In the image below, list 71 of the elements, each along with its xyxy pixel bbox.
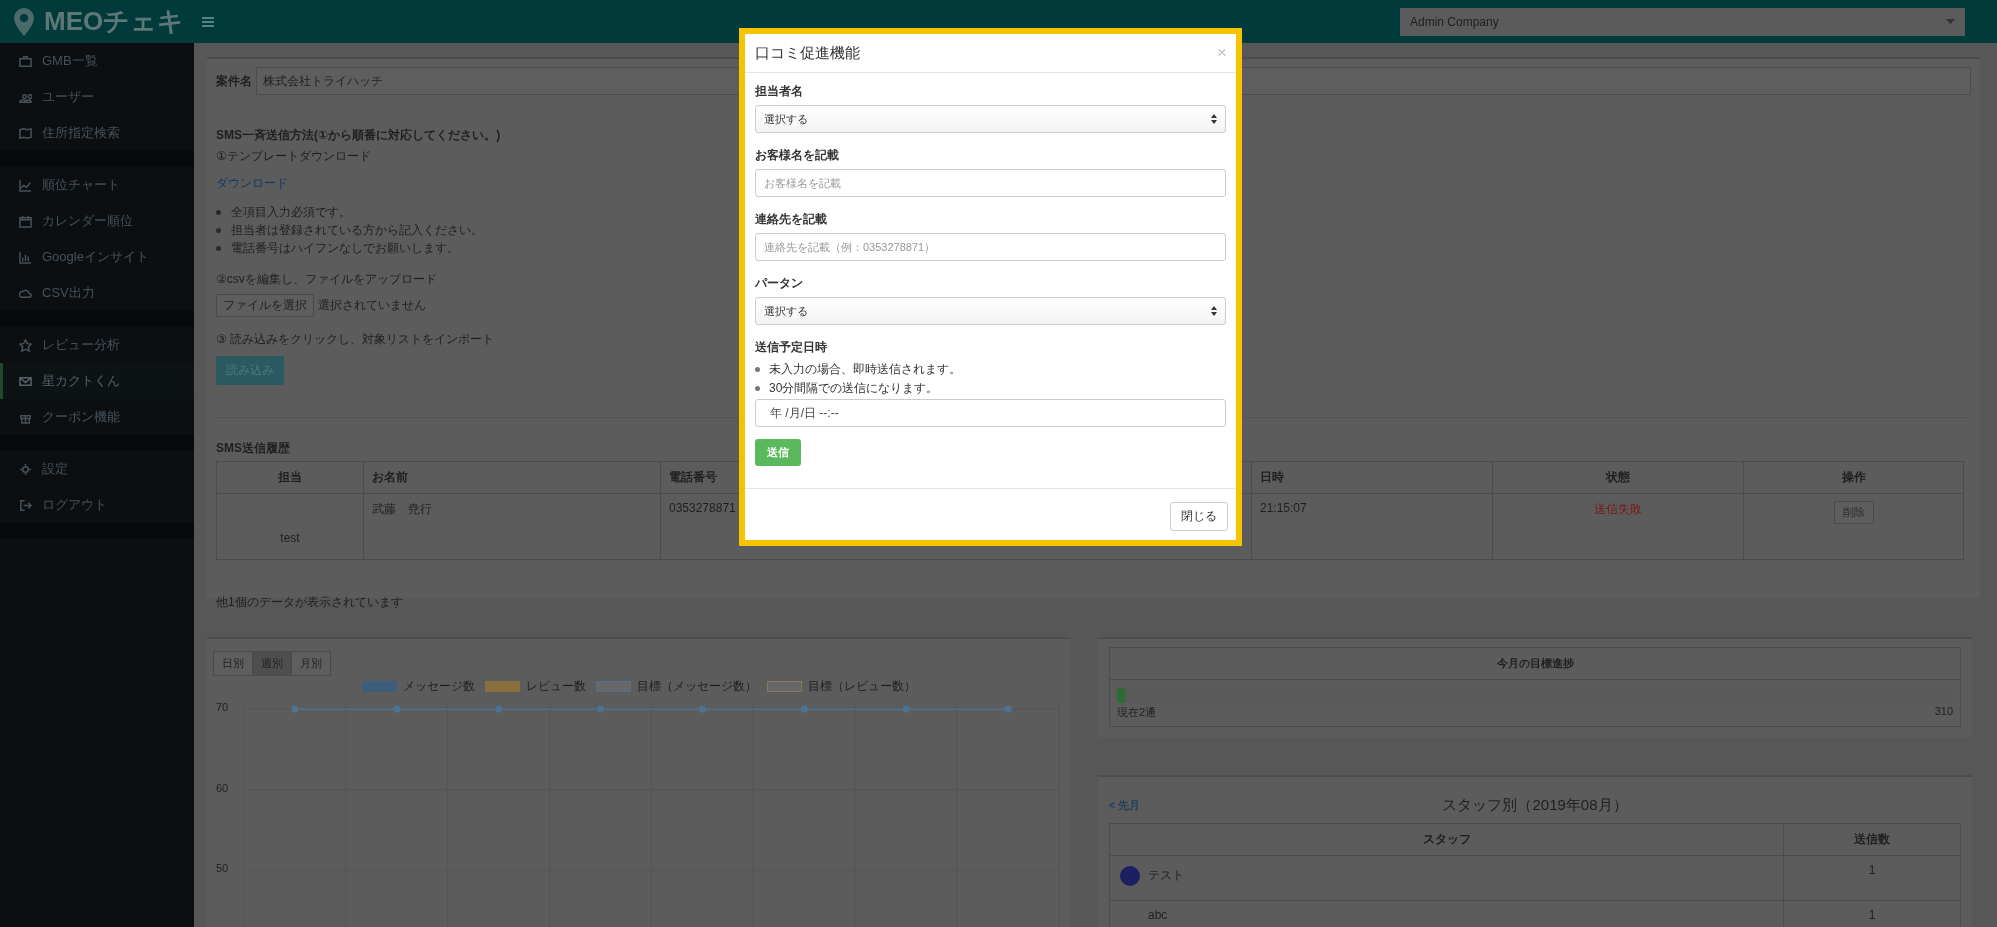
close-dialog-button[interactable]: 閉じる <box>1170 502 1228 531</box>
data-point <box>495 705 503 713</box>
bullet-icon <box>216 210 221 215</box>
bullet-icon <box>755 386 760 391</box>
text-input[interactable]: 連絡先を記載（例：0353278871） <box>755 233 1226 261</box>
field-label: 送信予定日時 <box>755 339 828 356</box>
sidebar-item[interactable]: 設定 <box>0 451 194 487</box>
column-header: お名前 <box>363 461 661 494</box>
target-count: 310 <box>1934 705 1953 719</box>
method-heading: SMS一斉送信方法(①から順番に対応してください。) <box>216 127 501 144</box>
y-axis-label: 50 <box>216 862 229 875</box>
field-label: パータン <box>755 275 804 292</box>
data-point <box>698 705 706 713</box>
table-cell: 1 <box>1783 855 1961 901</box>
modal-title: 口コミ促進機能 <box>755 43 860 63</box>
column-header: 操作 <box>1743 461 1964 494</box>
data-point <box>597 705 605 713</box>
sidebar-item[interactable]: Googleインサイト <box>0 239 194 275</box>
goal-title: 今月の目標進捗 <box>1110 648 1960 680</box>
history-heading: SMS送信履歴 <box>216 440 290 457</box>
briefcase-icon <box>19 54 32 68</box>
select-field[interactable]: 選択する <box>755 297 1226 325</box>
staff-name: abc <box>1148 908 1168 922</box>
data-point <box>800 705 808 713</box>
bullet-icon <box>755 367 760 372</box>
data-point <box>902 705 910 713</box>
sidebar-item[interactable]: 住所指定検索 <box>0 115 194 151</box>
bullet-icon <box>216 228 221 233</box>
column-header: 日時 <box>1251 461 1493 494</box>
field-label: お客様名を記載 <box>755 147 840 164</box>
bullet-icon <box>216 246 221 251</box>
table-cell: test <box>216 493 364 560</box>
data-point <box>291 705 299 713</box>
text-input[interactable]: お客様名を記載 <box>755 169 1226 197</box>
send-button[interactable]: 送信 <box>755 439 801 466</box>
close-button[interactable]: × <box>1217 43 1227 63</box>
column-header: 状態 <box>1492 461 1744 494</box>
map-icon <box>19 126 32 140</box>
note-text: 30分間隔での送信になります。 <box>769 380 939 397</box>
staff-title: スタッフ別（2019年08月） <box>1442 795 1628 815</box>
download-link[interactable]: ダウンロード <box>216 175 288 192</box>
map-pin-icon <box>14 7 34 36</box>
field-label: 担当者名 <box>755 83 804 100</box>
datetime-input[interactable]: 年 /月/日 --:-- <box>755 399 1226 427</box>
star-icon <box>19 338 32 352</box>
column-header: 担当 <box>216 461 364 494</box>
sort-arrows-icon <box>1211 306 1217 316</box>
previous-month-link[interactable]: < 先月 <box>1109 797 1141 813</box>
data-point <box>1004 705 1012 713</box>
field-label: 連絡先を記載 <box>755 211 828 228</box>
company-select[interactable]: Admin Company <box>1400 7 1965 36</box>
case-label: 案件名 <box>216 72 252 90</box>
y-axis-label: 70 <box>216 701 229 714</box>
sign-out-icon <box>19 498 32 512</box>
sort-arrows-icon <box>1211 114 1217 124</box>
select-field[interactable]: 選択する <box>755 105 1226 133</box>
column-header: 送信数 <box>1783 823 1961 856</box>
menu-icon[interactable] <box>202 16 214 27</box>
envelope-icon <box>19 374 32 388</box>
data-point <box>393 705 401 713</box>
table-cell: 21:15:07 <box>1251 493 1493 560</box>
status-cell: 送信失敗 <box>1492 493 1744 560</box>
bar-chart-icon <box>19 250 32 264</box>
note-text: 未入力の場合、即時送信されます。 <box>769 361 961 378</box>
column-header: スタッフ <box>1109 823 1784 856</box>
sidebar-item[interactable]: CSV出力 <box>0 275 194 311</box>
line-chart-icon <box>19 178 32 192</box>
calendar-icon <box>19 214 32 228</box>
app-logo[interactable]: MEOチェキ <box>44 4 185 39</box>
caret-icon <box>1946 19 1955 24</box>
sidebar-item[interactable]: ログアウト <box>0 487 194 523</box>
